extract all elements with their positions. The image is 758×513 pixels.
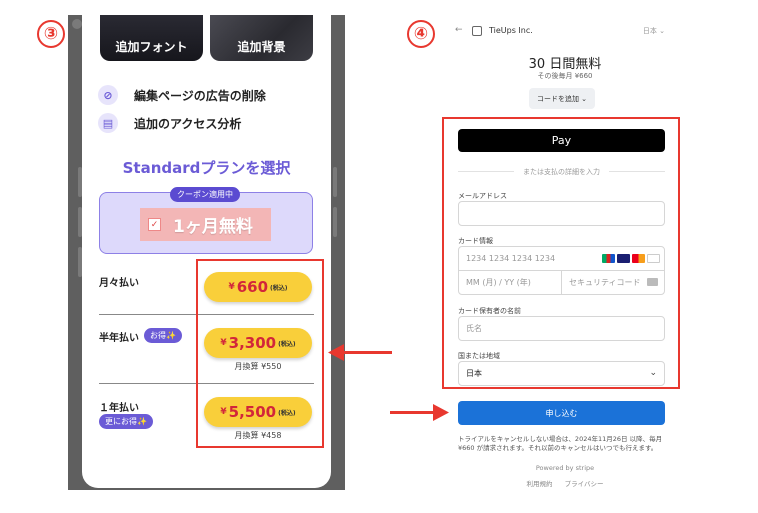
- step-3-marker: ③: [37, 20, 65, 48]
- tutorial-canvas: ③ ④ 追加フォント 追加背景 ⊘ 編集ページの広告の削除 ▤ 追加のアクセス分…: [0, 0, 758, 513]
- plan-monthly-label: 月々払い: [99, 278, 139, 289]
- payment-highlight-box: [442, 117, 680, 389]
- plan-yearly-badge: 更にお得✨: [99, 414, 153, 429]
- merchant-logo-icon: [472, 26, 482, 36]
- feature-ad-removal: ⊘ 編集ページの広告の削除: [98, 85, 266, 105]
- terms-link[interactable]: 利用規約: [527, 480, 553, 488]
- trial-title: 30 日間無料: [528, 57, 602, 72]
- privacy-link[interactable]: プライバシー: [565, 480, 604, 488]
- trial-notice: トライアルをキャンセルしない場合は、2024年11月26日 以降、毎月¥660 …: [458, 435, 663, 452]
- merchant-name: TieUps Inc.: [489, 26, 533, 35]
- plan-title: Standardプランを選択: [122, 159, 291, 177]
- arrow-head-left-icon: [328, 344, 344, 361]
- step-4-marker: ④: [407, 20, 435, 48]
- extra-backgrounds-tile[interactable]: 追加背景: [210, 15, 313, 61]
- subscribe-button[interactable]: 申し込む: [458, 401, 665, 425]
- feature-label: 追加のアクセス分析: [134, 116, 242, 131]
- feature-label: 編集ページの広告の削除: [134, 88, 266, 103]
- powered-by-stripe: Powered by stripe: [535, 464, 595, 472]
- footer-links: 利用規約 プライバシー: [445, 478, 685, 488]
- arrow-to-prices: [342, 351, 392, 354]
- price-highlight-box: [196, 259, 324, 448]
- language-selector[interactable]: 日本 ⌄: [643, 26, 665, 36]
- arrow-head-right-icon: [433, 404, 449, 421]
- add-code-button[interactable]: コードを追加 ⌄: [529, 88, 595, 109]
- checkout-header: ← TieUps Inc. 日本 ⌄: [445, 15, 685, 49]
- analytics-icon: ▤: [98, 113, 118, 133]
- check-icon: ✓: [148, 218, 161, 231]
- feature-analytics: ▤ 追加のアクセス分析: [98, 113, 241, 133]
- coupon-applied-tag: クーポン適用中: [170, 187, 240, 202]
- plan-halfyear-label: 半年払い: [99, 333, 139, 344]
- coupon-free-stamp: ✓ 1ヶ月無料: [140, 208, 271, 241]
- coupon-free-text: 1ヶ月無料: [173, 217, 253, 237]
- plan-yearly-label: １年払い: [99, 403, 139, 414]
- arrow-to-submit: [390, 411, 435, 414]
- back-arrow-icon[interactable]: ←: [455, 25, 463, 35]
- plan-halfyear-badge: お得✨: [144, 328, 182, 343]
- trial-after-price: その後毎月 ¥660: [537, 72, 593, 80]
- ad-block-icon: ⊘: [98, 85, 118, 105]
- extra-fonts-tile[interactable]: 追加フォント: [100, 15, 203, 61]
